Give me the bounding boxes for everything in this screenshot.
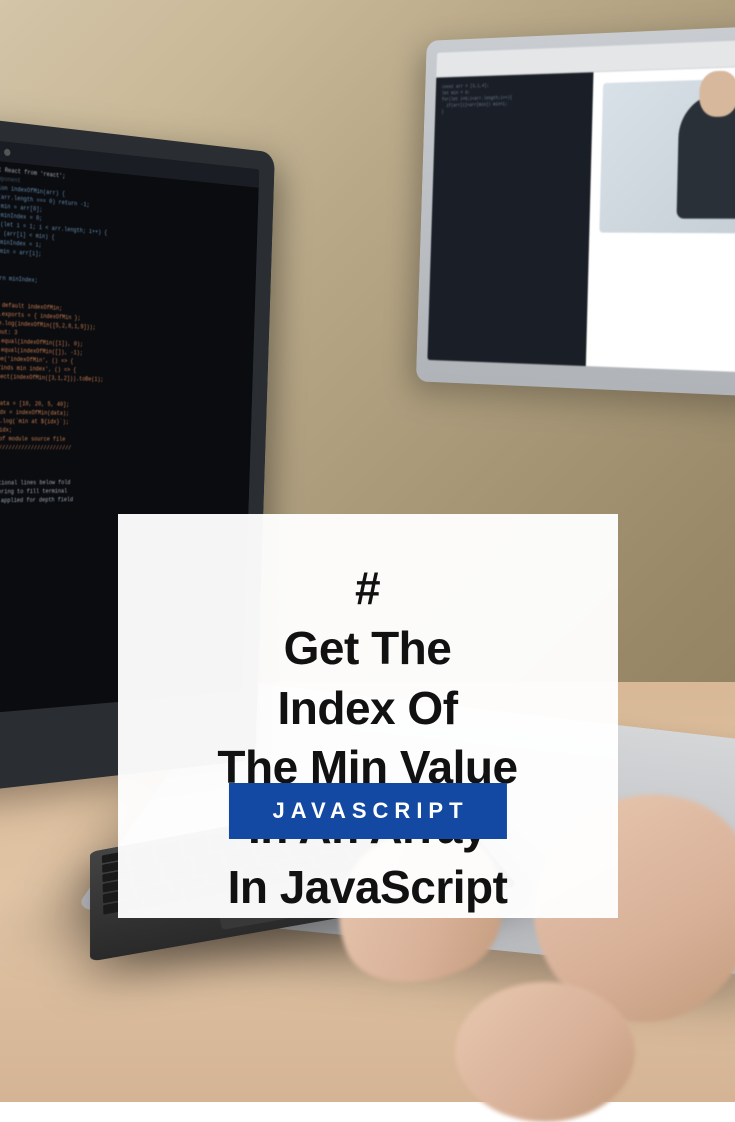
title-line: Get The bbox=[284, 622, 452, 674]
title-line: In JavaScript bbox=[228, 861, 508, 913]
category-badge: JAVASCRIPT bbox=[228, 783, 506, 839]
title-card: # Get The Index Of The Min Value In An A… bbox=[118, 257, 618, 812]
title-line: # bbox=[355, 562, 380, 614]
title-heading: # Get The Index Of The Min Value In An A… bbox=[143, 559, 593, 918]
title-line: Index Of bbox=[277, 682, 457, 734]
